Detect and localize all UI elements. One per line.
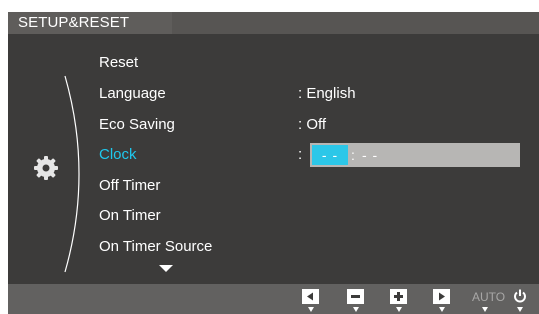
menu-item-on-timer[interactable]: On Timer: [99, 207, 161, 224]
menu-item-off-timer[interactable]: Off Timer: [99, 177, 160, 194]
title-bar: SETUP&RESET: [8, 12, 539, 34]
right-button[interactable]: [433, 289, 450, 304]
title-tab: SETUP&RESET: [8, 12, 172, 34]
right-button-pointer: [439, 307, 445, 312]
plus-icon: [394, 292, 403, 301]
gear-icon: [34, 156, 58, 180]
eco-saving-value: : Off: [298, 116, 327, 133]
clock-hour-field[interactable]: - -: [312, 145, 348, 165]
clock-colon: :: [298, 146, 303, 163]
menu-title: SETUP&RESET: [18, 14, 130, 31]
menu-item-reset[interactable]: Reset: [99, 54, 138, 71]
power-button-pointer: [517, 307, 523, 312]
plus-button[interactable]: [390, 289, 407, 304]
clock-separator: :: [351, 147, 355, 163]
power-icon[interactable]: [513, 288, 527, 304]
language-value: : English: [298, 85, 356, 102]
menu-arc-decoration: [64, 75, 80, 273]
left-arrow-icon: [307, 292, 313, 301]
left-button-pointer: [308, 307, 314, 312]
clock-field[interactable]: - - : - -: [310, 143, 520, 167]
right-arrow-icon: [439, 292, 445, 301]
button-guide-bar: AUTO: [8, 284, 539, 314]
auto-button-pointer: [482, 307, 488, 312]
minus-button[interactable]: [347, 289, 364, 304]
minus-button-pointer: [353, 307, 359, 312]
left-button[interactable]: [302, 289, 319, 304]
clock-minute-field[interactable]: - -: [362, 145, 378, 165]
menu-item-clock[interactable]: Clock: [99, 146, 137, 163]
menu-item-eco-saving[interactable]: Eco Saving: [99, 116, 175, 133]
osd-menu: SETUP&RESET Reset Language : English Eco…: [8, 12, 539, 314]
plus-button-pointer: [396, 307, 402, 312]
scroll-down-arrow-icon[interactable]: [159, 265, 173, 272]
auto-label[interactable]: AUTO: [472, 290, 505, 304]
menu-item-language[interactable]: Language: [99, 85, 166, 102]
minus-icon: [351, 295, 360, 298]
menu-item-on-timer-source[interactable]: On Timer Source: [99, 238, 212, 255]
